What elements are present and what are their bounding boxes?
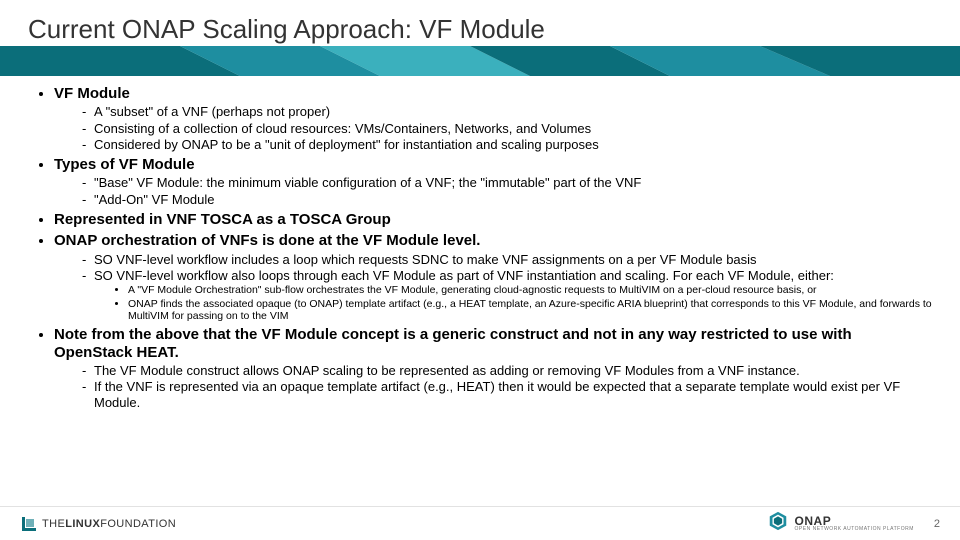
onap-sub: OPEN NETWORK AUTOMATION PLATFORM — [795, 527, 914, 532]
bullet-note-generic: Note from the above that the VF Module c… — [54, 326, 932, 409]
bullet-vf-module: VF Module A "subset" of a VNF (perhaps n… — [54, 85, 932, 152]
bullet-label: Note from the above that the VF Module c… — [54, 326, 852, 360]
title-geometric-band — [0, 46, 960, 76]
third-bullet: A "VF Module Orchestration" sub-flow orc… — [128, 284, 932, 296]
third-bullet: ONAP finds the associated opaque (to ONA… — [128, 298, 932, 323]
content-area: VF Module A "subset" of a VNF (perhaps n… — [34, 82, 932, 500]
bullet-label: VF Module — [54, 85, 130, 102]
sub-bullet: SO VNF-level workflow includes a loop wh… — [82, 252, 932, 267]
sub-bullet: "Base" VF Module: the minimum viable con… — [82, 175, 932, 190]
sub-bullet: A "subset" of a VNF (perhaps not proper) — [82, 104, 932, 119]
page-number: 2 — [934, 518, 940, 530]
sub-bullet: "Add-On" VF Module — [82, 192, 932, 207]
lf-the: THE — [42, 518, 65, 530]
sub-bullet: If the VNF is represented via an opaque … — [82, 379, 932, 410]
sub-bullet: Consisting of a collection of cloud reso… — [82, 121, 932, 136]
bullet-label: ONAP orchestration of VNFs is done at th… — [54, 232, 480, 249]
slide: Current ONAP Scaling Approach: VF Module… — [0, 0, 960, 540]
bullet-types-vf-module: Types of VF Module "Base" VF Module: the… — [54, 156, 932, 207]
linux-foundation-logo: THELINUXFOUNDATION — [22, 517, 176, 531]
page-title: Current ONAP Scaling Approach: VF Module — [0, 0, 960, 45]
footer-right: ONAP OPEN NETWORK AUTOMATION PLATFORM 2 — [767, 510, 940, 537]
bullet-represented-tosca: Represented in VNF TOSCA as a TOSCA Grou… — [54, 211, 932, 228]
bullet-onap-orchestration: ONAP orchestration of VNFs is done at th… — [54, 232, 932, 322]
sub-bullet: Considered by ONAP to be a "unit of depl… — [82, 137, 932, 152]
onap-logo: ONAP OPEN NETWORK AUTOMATION PLATFORM — [767, 510, 914, 537]
onap-hex-icon — [767, 510, 789, 537]
sub-bullet: SO VNF-level workflow also loops through… — [82, 268, 932, 322]
sub-bullet-text: SO VNF-level workflow also loops through… — [94, 268, 834, 283]
bullet-label: Types of VF Module — [54, 156, 195, 173]
bullet-label: Represented in VNF TOSCA as a TOSCA Grou… — [54, 211, 391, 228]
sub-bullet: The VF Module construct allows ONAP scal… — [82, 363, 932, 378]
lf-glyph-icon — [22, 517, 36, 531]
bullet-list: VF Module A "subset" of a VNF (perhaps n… — [34, 85, 932, 410]
footer: THELINUXFOUNDATION ONAP OPEN NETWORK AUT… — [0, 506, 960, 540]
lf-linux: LINUX — [65, 518, 100, 530]
lf-foundation: FOUNDATION — [100, 518, 176, 530]
title-band: Current ONAP Scaling Approach: VF Module — [0, 0, 960, 74]
